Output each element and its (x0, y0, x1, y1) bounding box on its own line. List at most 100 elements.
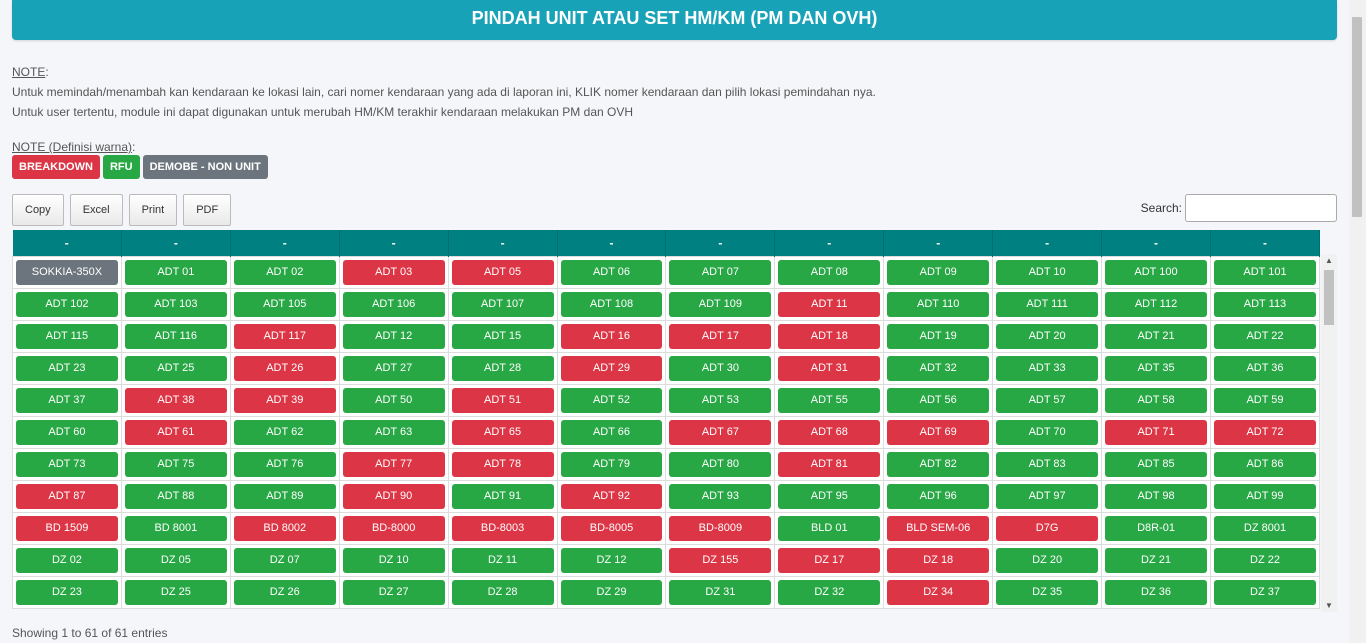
unit-button[interactable]: ADT 57 (996, 388, 1099, 413)
print-button[interactable]: Print (128, 194, 178, 226)
unit-button[interactable]: ADT 117 (233, 324, 336, 349)
unit-button[interactable]: ADT 96 (887, 484, 990, 509)
unit-button[interactable]: ADT 92 (560, 484, 663, 509)
column-header[interactable]: - (12, 230, 122, 257)
column-header[interactable]: - (665, 230, 776, 257)
unit-button[interactable]: ADT 79 (560, 452, 663, 477)
unit-button[interactable]: ADT 52 (560, 388, 663, 413)
unit-button[interactable]: ADT 80 (669, 452, 772, 477)
unit-button[interactable]: DZ 02 (16, 548, 118, 573)
unit-button[interactable]: ADT 87 (16, 484, 118, 509)
unit-button[interactable]: ADT 85 (1105, 452, 1207, 477)
unit-button[interactable]: ADT 56 (887, 388, 990, 413)
unit-button[interactable]: ADT 20 (996, 324, 1099, 349)
unit-button[interactable]: ADT 29 (560, 356, 663, 381)
column-header[interactable]: - (121, 230, 231, 257)
unit-button[interactable]: BD 1509 (16, 516, 118, 541)
unit-button[interactable]: DZ 32 (778, 580, 881, 605)
unit-button[interactable]: ADT 09 (887, 260, 990, 285)
unit-button[interactable]: DZ 17 (778, 548, 881, 573)
unit-button[interactable]: ADT 76 (233, 452, 336, 477)
unit-button[interactable]: ADT 86 (1213, 452, 1316, 477)
unit-button[interactable]: ADT 88 (124, 484, 227, 509)
unit-button[interactable]: DZ 23 (16, 580, 118, 605)
search-input[interactable] (1185, 194, 1337, 222)
unit-button[interactable]: BD-8003 (451, 516, 554, 541)
unit-button[interactable]: DZ 155 (669, 548, 772, 573)
unit-button[interactable]: ADT 77 (342, 452, 445, 477)
unit-button[interactable]: ADT 116 (124, 324, 227, 349)
unit-button[interactable]: DZ 11 (451, 548, 554, 573)
column-header[interactable]: - (339, 230, 449, 257)
unit-button[interactable]: ADT 35 (1105, 356, 1207, 381)
unit-button[interactable]: ADT 100 (1105, 260, 1207, 285)
unit-button[interactable]: ADT 65 (451, 420, 554, 445)
unit-button[interactable]: ADT 58 (1105, 388, 1207, 413)
unit-button[interactable]: ADT 112 (1105, 292, 1207, 317)
unit-button[interactable]: ADT 22 (1213, 324, 1316, 349)
unit-button[interactable]: BD-8009 (669, 516, 772, 541)
unit-button[interactable]: DZ 22 (1213, 548, 1316, 573)
unit-button[interactable]: ADT 78 (451, 452, 554, 477)
unit-button[interactable]: ADT 18 (778, 324, 881, 349)
unit-button[interactable]: DZ 18 (887, 548, 990, 573)
unit-button[interactable]: ADT 33 (996, 356, 1099, 381)
unit-button[interactable]: DZ 8001 (1213, 516, 1316, 541)
unit-button[interactable]: DZ 26 (233, 580, 336, 605)
unit-button[interactable]: ADT 25 (124, 356, 227, 381)
unit-button[interactable]: ADT 95 (778, 484, 881, 509)
unit-button[interactable]: DZ 10 (342, 548, 445, 573)
unit-button[interactable]: DZ 28 (451, 580, 554, 605)
unit-button[interactable]: ADT 17 (669, 324, 772, 349)
unit-button[interactable]: ADT 10 (996, 260, 1099, 285)
unit-button[interactable]: ADT 72 (1213, 420, 1316, 445)
unit-button[interactable]: ADT 82 (887, 452, 990, 477)
unit-button[interactable]: DZ 20 (996, 548, 1099, 573)
unit-button[interactable]: ADT 39 (233, 388, 336, 413)
unit-button[interactable]: BD 8001 (124, 516, 227, 541)
unit-button[interactable]: ADT 61 (124, 420, 227, 445)
unit-button[interactable]: ADT 15 (451, 324, 554, 349)
unit-button[interactable]: ADT 66 (560, 420, 663, 445)
excel-button[interactable]: Excel (69, 194, 123, 226)
unit-button[interactable]: ADT 16 (560, 324, 663, 349)
unit-button[interactable]: BD-8005 (560, 516, 663, 541)
unit-button[interactable]: DZ 27 (342, 580, 445, 605)
unit-button[interactable]: BD-8000 (342, 516, 445, 541)
column-header[interactable]: - (557, 230, 667, 257)
unit-button[interactable]: ADT 108 (560, 292, 663, 317)
unit-button[interactable]: ADT 11 (778, 292, 881, 317)
unit-button[interactable]: ADT 26 (233, 356, 336, 381)
unit-button[interactable]: ADT 53 (669, 388, 772, 413)
unit-button[interactable]: ADT 36 (1213, 356, 1316, 381)
unit-button[interactable]: D7G (996, 516, 1099, 541)
unit-button[interactable]: ADT 110 (887, 292, 990, 317)
unit-button[interactable]: DZ 37 (1213, 580, 1316, 605)
unit-button[interactable]: ADT 71 (1105, 420, 1207, 445)
unit-button[interactable]: ADT 60 (16, 420, 118, 445)
unit-button[interactable]: ADT 37 (16, 388, 118, 413)
column-header[interactable]: - (992, 230, 1103, 257)
unit-button[interactable]: ADT 31 (778, 356, 881, 381)
scroll-up-icon[interactable]: ▲ (1325, 256, 1333, 265)
unit-button[interactable]: DZ 25 (124, 580, 227, 605)
unit-button[interactable]: ADT 83 (996, 452, 1099, 477)
unit-button[interactable]: ADT 111 (996, 292, 1099, 317)
unit-button[interactable]: DZ 34 (887, 580, 990, 605)
unit-button[interactable]: ADT 62 (233, 420, 336, 445)
unit-button[interactable]: ADT 27 (342, 356, 445, 381)
column-header[interactable]: - (230, 230, 340, 257)
unit-button[interactable]: ADT 28 (451, 356, 554, 381)
unit-button[interactable]: ADT 59 (1213, 388, 1316, 413)
unit-button[interactable]: ADT 90 (342, 484, 445, 509)
unit-button[interactable]: ADT 93 (669, 484, 772, 509)
unit-button[interactable]: BLD SEM-06 (887, 516, 990, 541)
unit-button[interactable]: ADT 50 (342, 388, 445, 413)
unit-button[interactable]: ADT 101 (1213, 260, 1316, 285)
unit-button[interactable]: ADT 23 (16, 356, 118, 381)
table-scrollbar[interactable]: ▲ ▼ (1321, 254, 1337, 612)
page-scrollbar-thumb[interactable] (1352, 17, 1362, 217)
unit-button[interactable]: DZ 29 (560, 580, 663, 605)
column-header[interactable]: - (883, 230, 994, 257)
unit-button[interactable]: ADT 102 (16, 292, 118, 317)
